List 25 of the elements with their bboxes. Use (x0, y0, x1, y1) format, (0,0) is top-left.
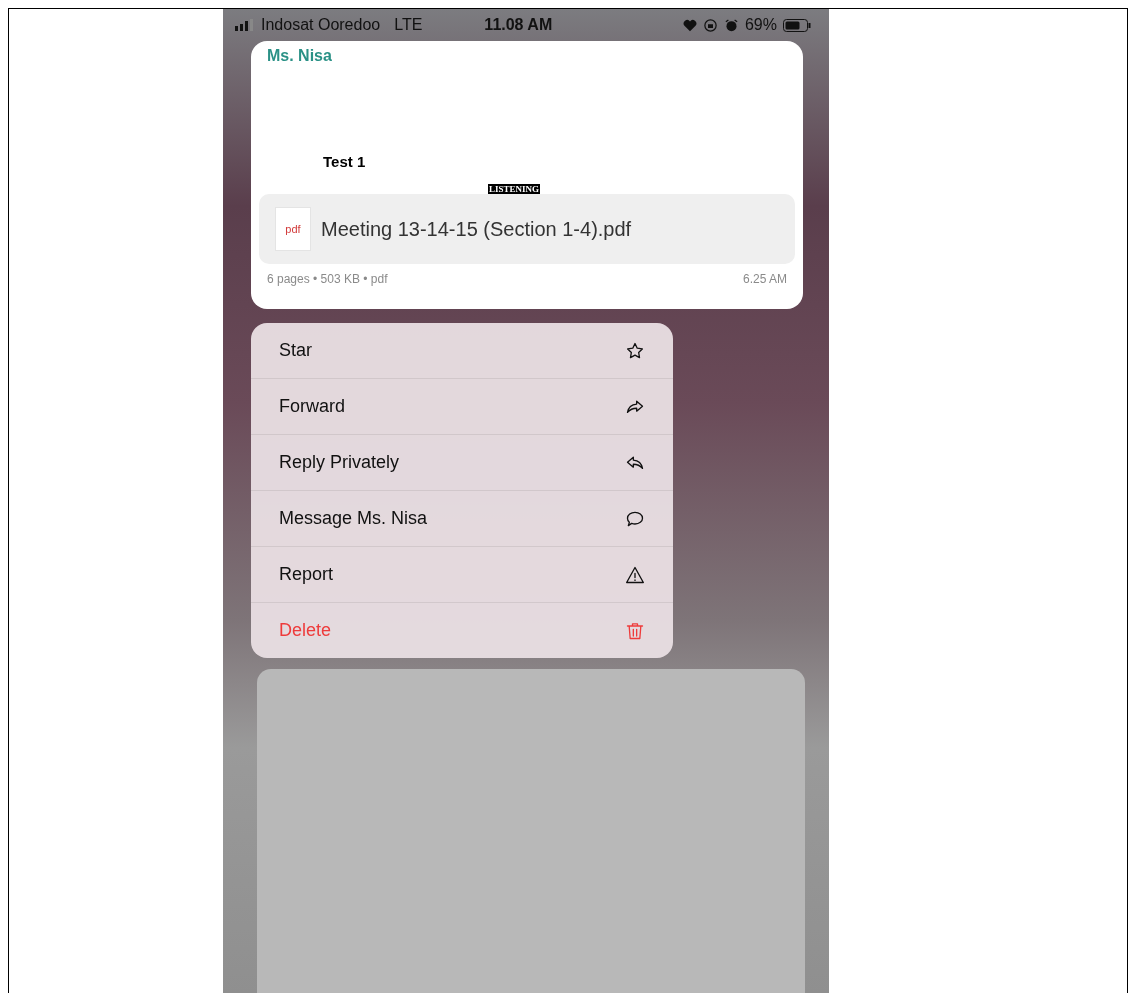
menu-item[interactable]: Message Ms. Nisa (251, 490, 673, 546)
file-details: 6 pages • 503 KB • pdf (267, 272, 388, 286)
pdf-file-icon: pdf (275, 207, 311, 251)
battery-icon (783, 18, 811, 32)
document-heading: Test 1 (323, 153, 366, 170)
warning-icon (625, 564, 645, 585)
file-attachment[interactable]: pdf Meeting 13-14-15 (Section 1-4).pdf (259, 194, 795, 264)
signal-icon (235, 19, 255, 31)
alarm-clock-icon (723, 17, 739, 33)
menu-item[interactable]: Report (251, 546, 673, 602)
network-type: LTE (394, 16, 423, 34)
menu-item[interactable]: Forward (251, 378, 673, 434)
trash-icon (625, 620, 645, 641)
clock-time: 11.08 AM (484, 16, 553, 34)
battery-percent: 69% (744, 16, 777, 34)
star-icon (625, 340, 645, 361)
message-time: 6.25 AM (742, 272, 787, 286)
document-section-label: LISTENING (488, 184, 541, 194)
heart-icon (682, 18, 697, 32)
carrier-name: Indosat Ooredoo (261, 16, 381, 34)
menu-item[interactable]: Star (251, 323, 673, 378)
file-name: Meeting 13-14-15 (Section 1-4).pdf (321, 217, 632, 241)
rotation-lock-icon (702, 17, 718, 33)
sender-name: Ms. Nisa (267, 47, 332, 65)
menu-item[interactable]: Reply Privately (251, 434, 673, 490)
